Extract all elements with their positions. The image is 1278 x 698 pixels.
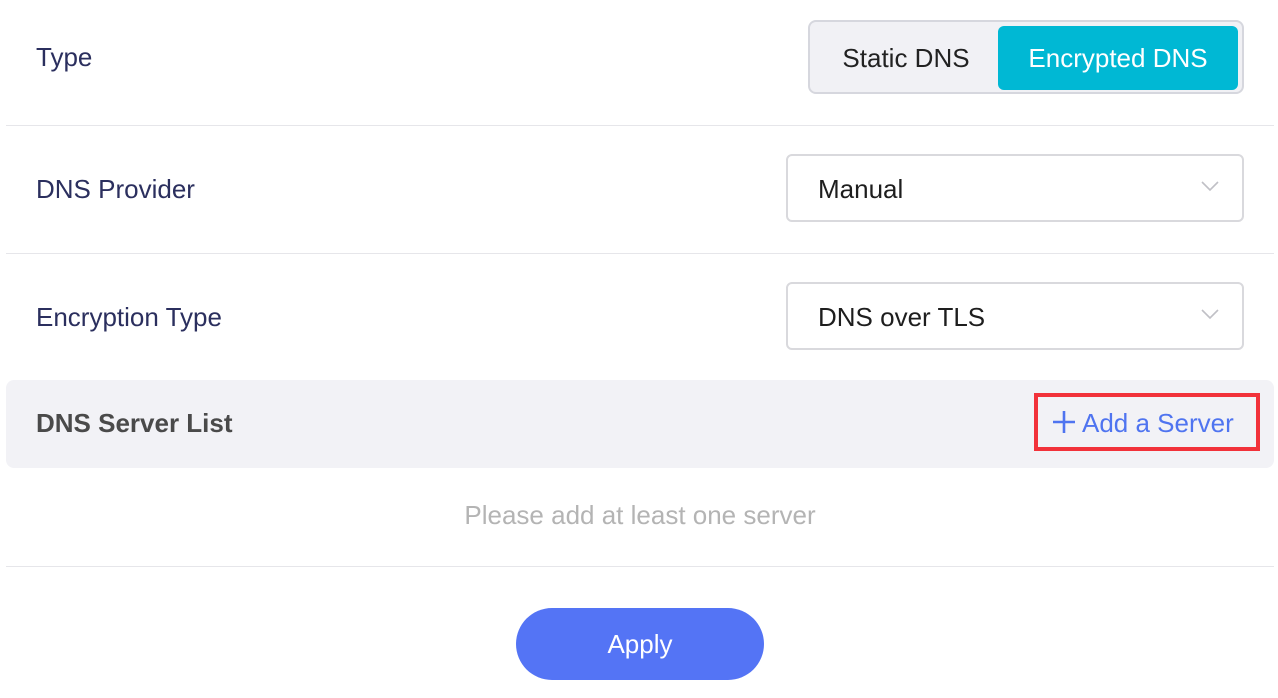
- divider: [6, 566, 1274, 567]
- encryption-type-label: Encryption Type: [36, 302, 222, 332]
- add-server-button[interactable]: Add a Server: [1034, 393, 1260, 451]
- dns-type-segmented-control: Static DNS Encrypted DNS: [808, 20, 1244, 94]
- add-server-label: Add a Server: [1082, 408, 1234, 438]
- dns-server-list-header: DNS Server List Add a Server: [6, 380, 1274, 468]
- encrypted-dns-option[interactable]: Encrypted DNS: [998, 26, 1238, 90]
- type-row: Type Static DNS Encrypted DNS: [6, 0, 1274, 126]
- dns-server-list-title: DNS Server List: [36, 408, 233, 438]
- dns-provider-value: Manual: [818, 174, 904, 204]
- encryption-type-row: Encryption Type DNS over TLS: [6, 254, 1274, 378]
- plus-icon: [1053, 411, 1075, 433]
- encryption-type-select[interactable]: DNS over TLS: [786, 282, 1244, 350]
- type-label: Type: [36, 42, 93, 72]
- dns-provider-label: DNS Provider: [36, 174, 195, 204]
- encryption-type-value: DNS over TLS: [818, 302, 986, 332]
- static-dns-option[interactable]: Static DNS: [814, 26, 998, 90]
- apply-button[interactable]: Apply: [516, 608, 764, 680]
- chevron-down-icon: [1201, 309, 1219, 320]
- empty-server-hint: Please add at least one server: [464, 500, 816, 530]
- dns-provider-select[interactable]: Manual: [786, 154, 1244, 222]
- dns-provider-row: DNS Provider Manual: [6, 126, 1274, 254]
- chevron-down-icon: [1201, 181, 1219, 192]
